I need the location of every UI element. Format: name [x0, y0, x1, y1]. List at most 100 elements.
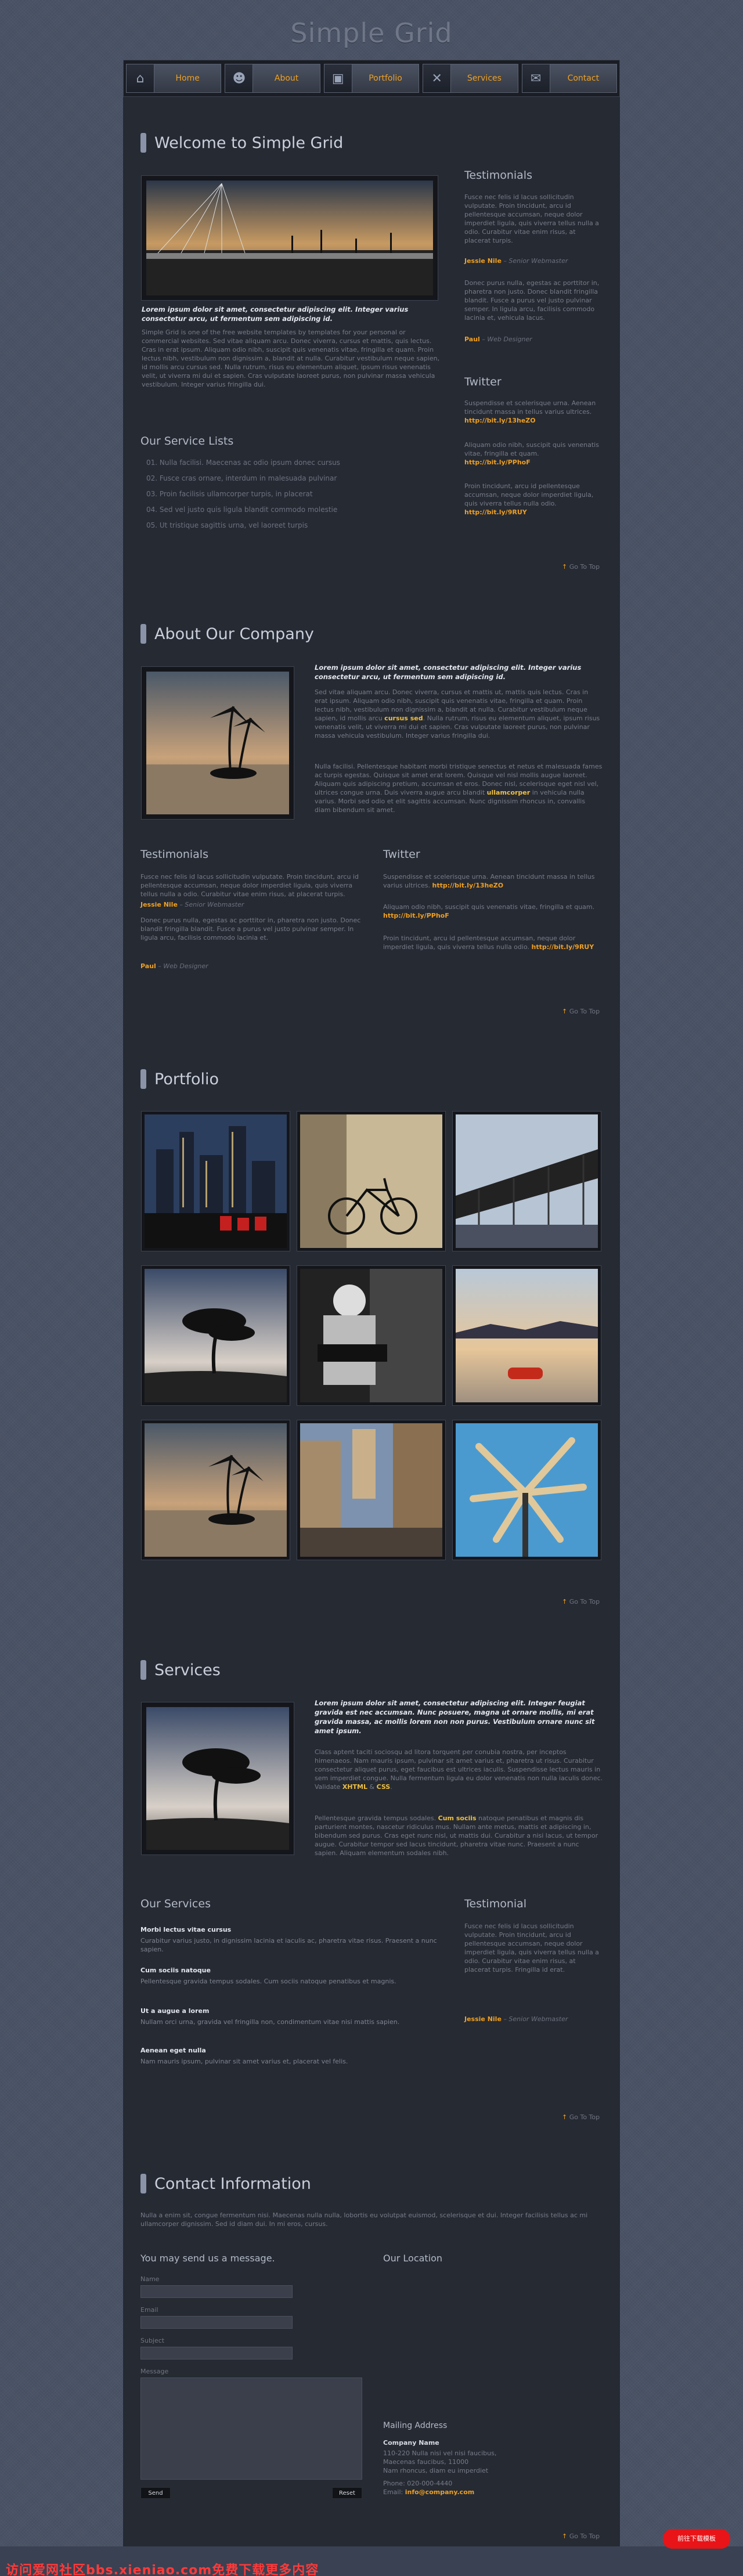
home-icon: ⌂	[127, 64, 154, 92]
services-paragraph: Class aptent taciti sociosqu ad litora t…	[315, 1748, 603, 1791]
mail-icon: ✉	[522, 64, 550, 92]
portfolio-item[interactable]	[453, 1420, 601, 1560]
portfolio-item[interactable]	[297, 1266, 445, 1405]
nav-about[interactable]: ☻ About	[225, 64, 320, 93]
list-item: 02. Fusce cras ornare, interdum in males…	[146, 474, 337, 482]
nav-portfolio[interactable]: ▣ Portfolio	[323, 64, 420, 93]
tweet-link[interactable]: http://bit.ly/13heZO	[464, 417, 536, 424]
go-to-top-link[interactable]: ↑ Go To Top	[562, 2113, 600, 2121]
tweet-link[interactable]: http://bit.ly/PPhoF	[383, 912, 449, 919]
go-to-top-link[interactable]: ↑ Go To Top	[562, 1008, 600, 1015]
twitter-title: Twitter	[464, 376, 502, 388]
testimonial-author: Paul – Web Designer	[464, 335, 532, 343]
nav-home-label: Home	[175, 74, 200, 83]
name-field[interactable]	[140, 2285, 293, 2298]
form-title: You may send us a message.	[140, 2253, 275, 2264]
tweet-link[interactable]: http://bit.ly/9RUY	[531, 943, 594, 951]
message-field[interactable]	[140, 2377, 362, 2480]
about-twitter-title: Twitter	[383, 848, 420, 861]
arrow-up-icon: ↑	[562, 563, 568, 571]
name-label: Name	[140, 2275, 160, 2283]
arrow-up-icon: ↑	[562, 2532, 568, 2540]
about-lead: Lorem ipsum dolor sit amet, consectetur …	[315, 663, 582, 681]
tweet: Aliquam odio nibh, suscipit quis venenat…	[464, 441, 599, 466]
portfolio-item[interactable]	[142, 1420, 290, 1560]
nav-home[interactable]: ⌂ Home	[126, 64, 222, 93]
tweet: Proin tincidunt, arcu id pellentesque ac…	[464, 482, 594, 516]
list-item: 05. Ut tristique sagittis urna, vel laor…	[146, 521, 308, 529]
heading-marker	[140, 1660, 146, 1680]
reset-button[interactable]: Reset	[332, 2487, 362, 2499]
services-lead: Lorem ipsum dolor sit amet, consectetur …	[315, 1699, 595, 1735]
portfolio-item[interactable]	[297, 1112, 445, 1251]
tweet-link[interactable]: http://bit.ly/9RUY	[464, 508, 527, 516]
nav-contact-label: Contact	[567, 74, 600, 83]
nav-about-label: About	[274, 74, 299, 83]
service-list: 01. Nulla facilisi. Maecenas ac odio ips…	[146, 455, 437, 533]
go-to-top-link[interactable]: ↑ Go To Top	[562, 2532, 600, 2540]
contact-intro: Nulla a enim sit, congue fermentum nisi.…	[140, 2211, 588, 2228]
tweet: Suspendisse et scelerisque urna. Aenean …	[383, 873, 595, 889]
services-title: Services	[154, 1661, 221, 1679]
tweet: Suspendisse et scelerisque urna. Aenean …	[464, 399, 596, 424]
services-heading: Services	[140, 1660, 221, 1680]
heading-marker	[140, 2174, 146, 2193]
heading-marker	[140, 133, 146, 153]
subject-field[interactable]	[140, 2347, 293, 2359]
service-item: Morbi lectus vitae cursus Curabitur variu…	[140, 1926, 437, 1953]
nav-services-label: Services	[467, 74, 502, 83]
service-item: Cum sociis natoque Pellentesque gravida t…	[140, 1967, 396, 1985]
portfolio-item[interactable]	[142, 1266, 290, 1405]
go-to-top-link[interactable]: ↑ Go To Top	[562, 563, 600, 571]
our-services-title: Our Services	[140, 1897, 211, 1910]
tweet-link[interactable]: http://bit.ly/PPhoF	[464, 459, 531, 466]
arrow-up-icon: ↑	[562, 1598, 568, 1606]
services-image	[142, 1702, 294, 1855]
heading-marker	[140, 624, 146, 644]
portfolio-item[interactable]	[142, 1112, 290, 1251]
about-heading: About Our Company	[140, 624, 314, 644]
arrow-up-icon: ↑	[562, 1008, 568, 1015]
service-list-title: Our Service Lists	[140, 435, 234, 448]
testimonials-title: Testimonials	[464, 169, 532, 182]
nav-services[interactable]: ✕ Services	[423, 64, 518, 93]
tweet: Proin tincidunt, arcu id pellentesque ac…	[383, 935, 594, 951]
about-paragraph: Sed vitae aliquam arcu. Donec viverra, c…	[315, 688, 600, 739]
email-field[interactable]	[140, 2316, 293, 2329]
portfolio-item[interactable]	[453, 1112, 601, 1251]
services-testimonial-title: Testimonial	[464, 1897, 527, 1910]
site-logo[interactable]: Simple Grid	[0, 17, 743, 49]
address-line: Maecenas faucibus, 11000	[383, 2458, 469, 2466]
testimonial-author: Jessie Nile – Senior Webmaster	[464, 257, 568, 265]
portfolio-item[interactable]	[297, 1420, 445, 1560]
main-content: Welcome to Simple Grid Lorem ipsum dolor…	[123, 97, 620, 2546]
subject-label: Subject	[140, 2337, 165, 2344]
email-link[interactable]: info@company.com	[405, 2488, 475, 2496]
nav-contact[interactable]: ✉ Contact	[521, 64, 618, 93]
welcome-image	[142, 176, 438, 300]
about-paragraph: Nulla facilisi. Pellentesque habitant mo…	[315, 763, 603, 814]
welcome-lead: Lorem ipsum dolor sit amet, consectetur …	[142, 305, 409, 323]
tweet-link[interactable]: http://bit.ly/13heZO	[432, 882, 504, 889]
company-name: Company Name	[383, 2439, 439, 2447]
email-label: Email	[140, 2306, 158, 2314]
list-item: 03. Proin facilisis ullamcorper turpis, …	[146, 490, 313, 498]
testimonial-text: Fusce nec felis id lacus sollicitudin vu…	[464, 193, 599, 244]
watermark-text[interactable]: 访问爱网社区bbs.xieniao.com免费下载更多内容	[6, 2560, 319, 2576]
testimonial-author: Jessie Nile – Senior Webmaster	[140, 901, 244, 908]
download-button[interactable]: 前往下载模板	[663, 2529, 730, 2549]
list-item: 04. Sed vel justo quis ligula blandit co…	[146, 506, 338, 514]
testimonial-author: Paul – Web Designer	[140, 962, 208, 970]
main-nav: ⌂ Home ☻ About ▣ Portfolio ✕ Services ✉ Conta…	[123, 60, 620, 97]
welcome-title: Welcome to Simple Grid	[154, 134, 344, 152]
about-title: About Our Company	[154, 625, 314, 643]
testimonial-author: Jessie Nile – Senior Webmaster	[464, 2015, 568, 2023]
go-to-top-link[interactable]: ↑ Go To Top	[562, 1598, 600, 1606]
tweet: Aliquam odio nibh, suscipit quis venenat…	[383, 903, 595, 919]
send-button[interactable]: Send	[140, 2487, 171, 2499]
phone: Phone: 020-000-4440	[383, 2480, 453, 2487]
portfolio-item[interactable]	[453, 1266, 601, 1405]
email-line: Email: info@company.com	[383, 2488, 475, 2496]
testimonial-text: Fusce nec felis id lacus sollicitudin vu…	[140, 873, 359, 898]
testimonial-text: Fusce nec felis id lacus sollicitudin vu…	[464, 1922, 599, 1974]
